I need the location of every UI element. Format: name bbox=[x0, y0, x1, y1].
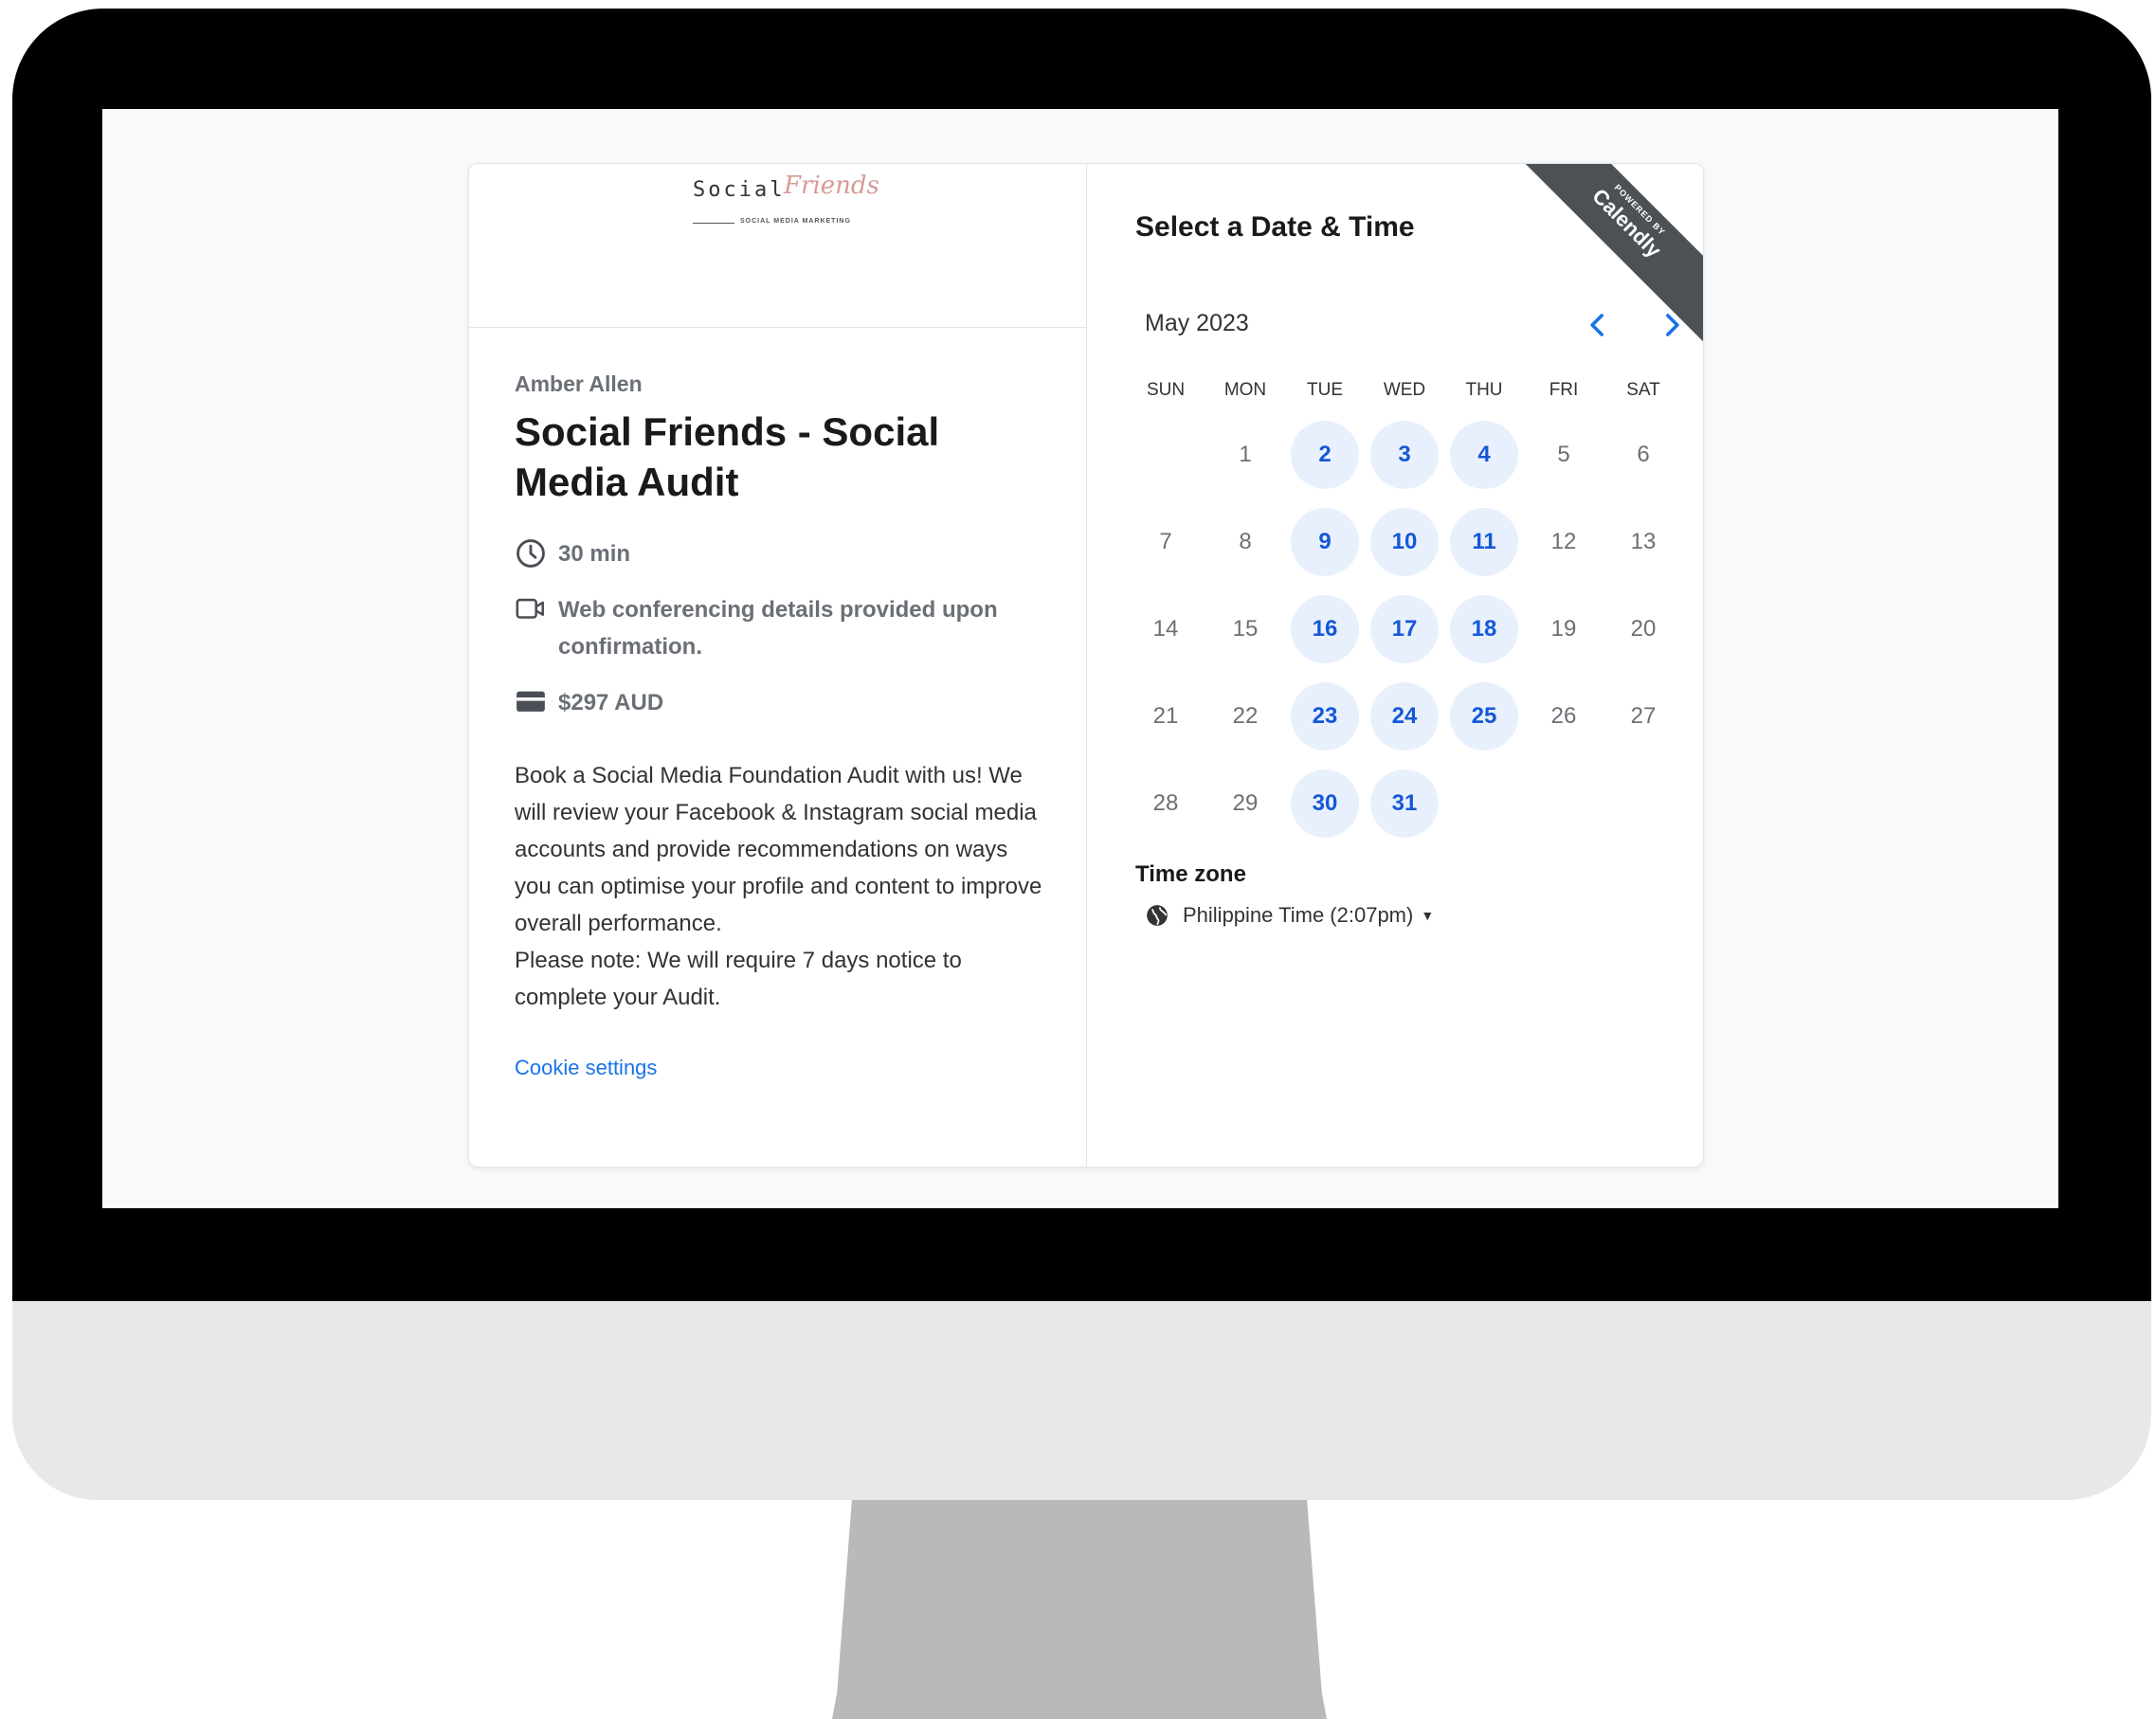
calendar-day-available[interactable]: 3 bbox=[1370, 421, 1439, 489]
location-text: Web conferencing details provided upon c… bbox=[558, 597, 998, 660]
calendar-day-available[interactable]: 25 bbox=[1450, 682, 1518, 751]
calendar-day-available[interactable]: 10 bbox=[1370, 508, 1439, 576]
duration-detail: 30 min bbox=[515, 535, 1041, 572]
calendar-day-unavailable: 12 bbox=[1550, 529, 1577, 554]
clock-icon bbox=[516, 539, 545, 568]
booking-card: Social Friends SOCIAL MEDIA MARKETING Am… bbox=[468, 163, 1704, 1167]
calendar-day-unavailable: 7 bbox=[1159, 529, 1172, 554]
credit-card-icon bbox=[516, 691, 545, 712]
event-description: Book a Social Media Foundation Audit wit… bbox=[515, 757, 1045, 1016]
calendar-weeks: 1 2 3 4 5 6 7 8 9 10 11 12 13 14 15 16 17 18 19 20 21 22 23 24 2… bbox=[1126, 414, 1683, 850]
caret-down-icon: ▼ bbox=[1421, 908, 1435, 923]
month-label: May 2023 bbox=[1145, 310, 1249, 336]
timezone-value: Philippine Time (2:07pm) bbox=[1183, 903, 1414, 927]
event-title: Social Friends - Social Media Audit bbox=[515, 409, 940, 504]
calendar-day-unavailable: 8 bbox=[1239, 529, 1252, 554]
weekday-label: WED bbox=[1383, 380, 1426, 400]
description-paragraph: Book a Social Media Foundation Audit wit… bbox=[515, 763, 1042, 936]
calendar-day-unavailable: 15 bbox=[1232, 616, 1259, 642]
select-date-title: Select a Date & Time bbox=[1135, 211, 1415, 243]
date-time-panel: POWERED BY Calendly Select a Date & Time… bbox=[1086, 164, 1703, 1167]
description-note: Please note: We will require 7 days noti… bbox=[515, 948, 962, 1010]
monitor-screen: Social Friends SOCIAL MEDIA MARKETING Am… bbox=[102, 109, 2058, 1208]
monitor-chin bbox=[12, 1301, 2151, 1500]
monitor-stand bbox=[832, 1500, 1327, 1719]
weekday-label: FRI bbox=[1549, 380, 1579, 400]
calendar-day-unavailable: 14 bbox=[1152, 616, 1179, 642]
calendar-day-unavailable: 20 bbox=[1630, 616, 1657, 642]
chevron-right-icon bbox=[1666, 314, 1679, 336]
calendar-day-available[interactable]: 30 bbox=[1291, 769, 1359, 838]
month-navigation: May 2023 bbox=[1145, 306, 1679, 344]
weekday-header: SUN MON TUE WED THU FRI SAT bbox=[1126, 380, 1683, 401]
previous-month-button[interactable] bbox=[1579, 306, 1617, 344]
globe-icon bbox=[1147, 905, 1168, 926]
calendar-day-unavailable: 27 bbox=[1630, 703, 1657, 729]
logo-header: Social Friends SOCIAL MEDIA MARKETING bbox=[469, 164, 1086, 328]
timezone-label: Time zone bbox=[1135, 861, 1246, 887]
calendar-week-row: 28 29 30 31 bbox=[1126, 763, 1683, 850]
price-detail: $297 AUD bbox=[515, 684, 1041, 721]
calendar-day-unavailable: 1 bbox=[1239, 442, 1252, 467]
weekday-label: TUE bbox=[1307, 380, 1343, 400]
social-friends-logo: Social Friends SOCIAL MEDIA MARKETING bbox=[693, 172, 879, 225]
weekday-label: MON bbox=[1223, 380, 1267, 400]
calendar-week-row: 21 22 23 24 25 26 27 bbox=[1126, 676, 1683, 763]
calendar-day-available[interactable]: 4 bbox=[1450, 421, 1518, 489]
calendar-day-available[interactable]: 16 bbox=[1291, 595, 1359, 663]
timezone-select[interactable]: Philippine Time (2:07pm) ▼ bbox=[1145, 903, 1434, 928]
chevron-left-icon bbox=[1590, 314, 1603, 336]
calendar-grid: SUN MON TUE WED THU FRI SAT 1 2 3 4 5 6 7 8 9 10 1… bbox=[1126, 380, 1683, 850]
cookie-settings-link[interactable]: Cookie settings bbox=[515, 1056, 1041, 1080]
calendar-day-available[interactable]: 23 bbox=[1291, 682, 1359, 751]
weekday-label: SAT bbox=[1626, 380, 1660, 400]
calendar-day-unavailable: 29 bbox=[1232, 790, 1259, 816]
calendar-day-available[interactable]: 31 bbox=[1370, 769, 1439, 838]
video-camera-icon bbox=[516, 598, 545, 619]
calendar-day-available[interactable]: 24 bbox=[1370, 682, 1439, 751]
calendar-day-unavailable: 26 bbox=[1550, 703, 1577, 729]
duration-text: 30 min bbox=[558, 541, 631, 567]
calendar-day-unavailable: 13 bbox=[1630, 529, 1657, 554]
calendar-week-row: 7 8 9 10 11 12 13 bbox=[1126, 501, 1683, 588]
price-text: $297 AUD bbox=[558, 690, 664, 715]
calendar-day-available[interactable]: 17 bbox=[1370, 595, 1439, 663]
calendar-day-unavailable: 19 bbox=[1550, 616, 1577, 642]
calendar-day-unavailable: 6 bbox=[1637, 442, 1650, 467]
calendar-day-unavailable: 28 bbox=[1152, 790, 1179, 816]
calendar-day-available[interactable]: 18 bbox=[1450, 595, 1518, 663]
calendar-day-unavailable: 5 bbox=[1557, 442, 1570, 467]
calendar-day-available[interactable]: 9 bbox=[1291, 508, 1359, 576]
weekday-label: THU bbox=[1465, 380, 1503, 400]
calendar-day-unavailable: 21 bbox=[1152, 703, 1179, 729]
weekday-label: SUN bbox=[1146, 380, 1186, 400]
next-month-button[interactable] bbox=[1653, 306, 1691, 344]
calendar-day-available[interactable]: 2 bbox=[1291, 421, 1359, 489]
calendar-week-row: 14 15 16 17 18 19 20 bbox=[1126, 588, 1683, 676]
calendar-day-available[interactable]: 11 bbox=[1450, 508, 1518, 576]
calendar-day-unavailable: 22 bbox=[1232, 703, 1259, 729]
organizer-name: Amber Allen bbox=[515, 371, 643, 396]
event-details-panel: Social Friends SOCIAL MEDIA MARKETING Am… bbox=[469, 164, 1087, 1167]
calendar-week-row: 1 234 5 6 bbox=[1126, 414, 1683, 501]
location-detail: Web conferencing details provided upon c… bbox=[515, 591, 1041, 665]
